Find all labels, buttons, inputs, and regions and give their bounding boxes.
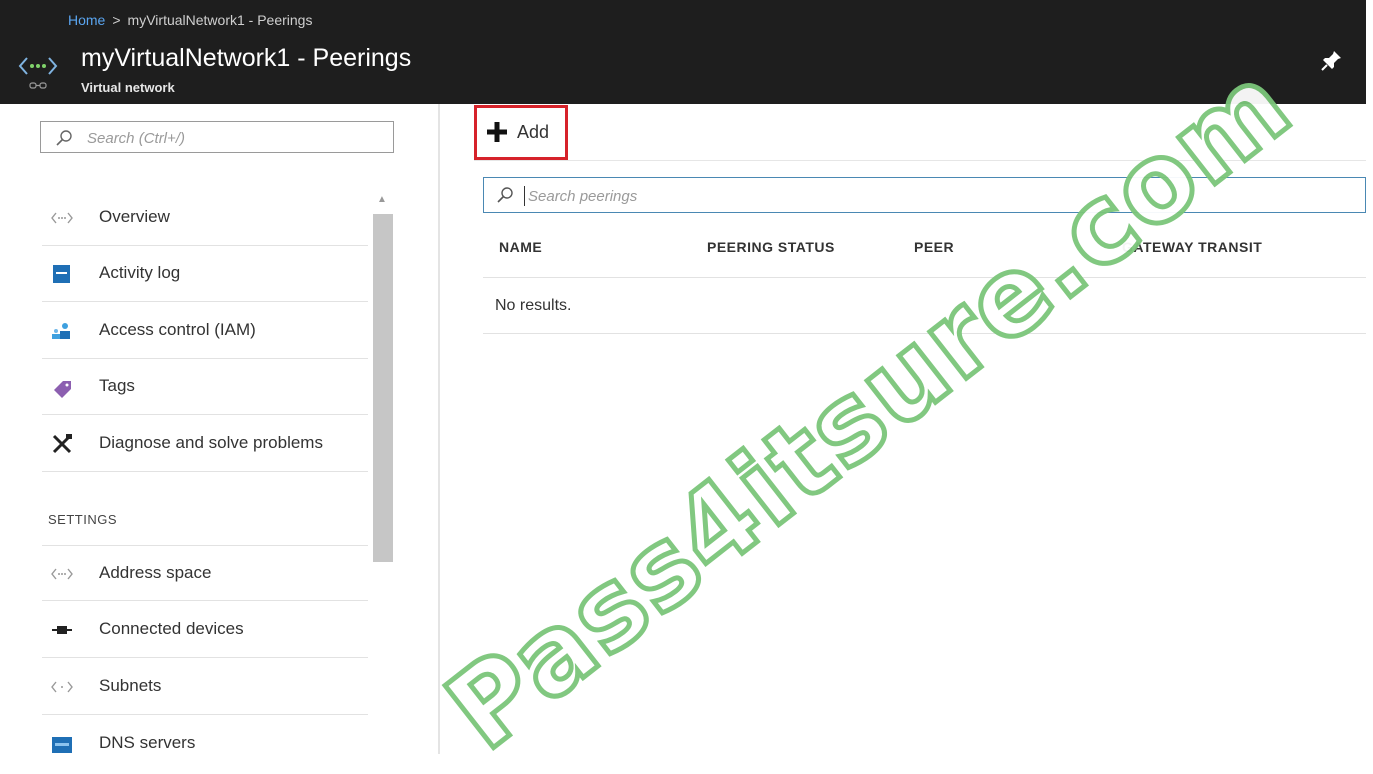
peerings-search-box[interactable] <box>483 177 1366 213</box>
menu-item-diagnose[interactable]: Diagnose and solve problems <box>42 416 368 472</box>
menu-item-label: Connected devices <box>99 619 244 638</box>
address-space-icon <box>50 563 74 585</box>
scrollbar-thumb[interactable] <box>373 214 393 562</box>
menu-item-label: Diagnose and solve problems <box>99 433 323 452</box>
add-button-label: Add <box>517 122 550 142</box>
access-control-icon <box>50 320 74 342</box>
breadcrumb-current: myVirtualNetwork1 - Peerings <box>127 12 313 28</box>
search-icon <box>55 129 73 147</box>
pin-icon[interactable] <box>1320 48 1344 72</box>
activity-log-icon <box>50 263 74 285</box>
column-header-peering-status[interactable]: PEERING STATUS <box>707 239 835 255</box>
menu-item-label: Access control (IAM) <box>99 320 256 339</box>
plus-icon <box>485 120 509 144</box>
table-header-divider <box>483 277 1366 278</box>
peerings-search-input[interactable] <box>526 182 1330 210</box>
menu-item-dns-servers[interactable]: DNS servers <box>42 716 368 772</box>
breadcrumb: Home > myVirtualNetwork1 - Peerings <box>68 12 312 28</box>
dns-servers-icon <box>50 733 74 755</box>
menu-item-activity-log[interactable]: Activity log <box>42 246 368 302</box>
empty-table-message: No results. <box>495 297 572 314</box>
column-header-name[interactable]: NAME <box>499 239 542 255</box>
overview-icon <box>50 207 74 229</box>
menu-search-box[interactable] <box>40 121 394 153</box>
page-subtitle: Virtual network <box>81 80 175 95</box>
menu-item-overview[interactable]: Overview <box>42 190 368 246</box>
breadcrumb-home-link[interactable]: Home <box>68 12 105 28</box>
menu-item-label: Activity log <box>99 263 181 282</box>
table-row-divider <box>483 333 1366 334</box>
menu-item-label: Address space <box>99 563 212 582</box>
menu-item-access-control[interactable]: Access control (IAM) <box>42 303 368 359</box>
blade-header: Home > myVirtualNetwork1 - Peerings myVirt… <box>0 0 1366 104</box>
add-button[interactable]: Add <box>474 105 568 160</box>
breadcrumb-separator: > <box>112 12 121 28</box>
page-title: myVirtualNetwork1 - Peerings <box>81 44 412 72</box>
menu-item-label: Tags <box>99 376 135 395</box>
column-header-gateway-transit[interactable]: GATEWAY TRANSIT <box>1122 239 1262 255</box>
toolbar-divider <box>474 160 1366 161</box>
menu-item-connected-devices[interactable]: Connected devices <box>42 602 368 658</box>
connected-devices-icon <box>50 619 74 641</box>
text-cursor <box>524 186 525 206</box>
menu-scrollbar[interactable]: ▲ <box>371 188 395 754</box>
menu-item-tags[interactable]: Tags <box>42 359 368 415</box>
menu-item-address-space[interactable]: Address space <box>42 545 368 601</box>
scroll-up-arrow-icon[interactable]: ▲ <box>377 194 387 205</box>
wrench-icon <box>50 433 74 455</box>
settings-heading: SETTINGS <box>48 512 118 527</box>
menu-item-label: Subnets <box>99 676 162 695</box>
page-edge <box>1366 0 1373 754</box>
virtual-network-icon <box>18 52 58 92</box>
search-icon <box>496 186 514 204</box>
menu-search-input[interactable] <box>85 124 389 152</box>
menu-item-subnets[interactable]: Subnets <box>42 659 368 715</box>
tag-icon <box>50 376 74 398</box>
menu-item-label: Overview <box>99 207 170 226</box>
subnets-icon <box>50 676 74 698</box>
column-header-peer[interactable]: PEER <box>914 239 954 255</box>
menu-item-label: DNS servers <box>99 733 196 752</box>
